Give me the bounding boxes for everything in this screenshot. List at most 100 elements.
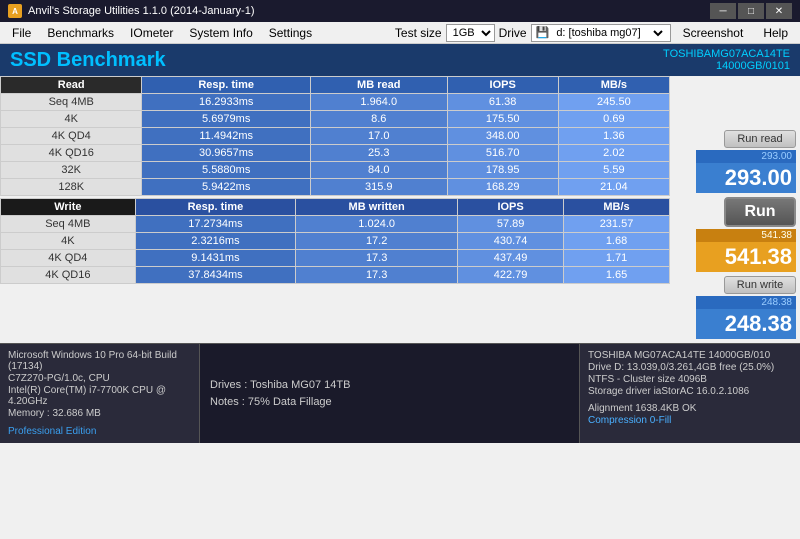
read-score-value: 293.00: [696, 163, 796, 193]
read-table: Read Resp. time MB read IOPS MB/s Seq 4M…: [0, 76, 670, 196]
run-write-button[interactable]: Run write: [724, 276, 796, 294]
write-resp-3: 37.8434ms: [135, 267, 295, 284]
pro-edition-label: Professional Edition: [8, 426, 191, 437]
read-iops-0: 61.38: [447, 94, 558, 111]
read-iops-3: 516.70: [447, 145, 558, 162]
read-label-3: 4K QD16: [1, 145, 142, 162]
read-col-mb: MB read: [310, 77, 447, 94]
menu-sysinfo[interactable]: System Info: [181, 24, 260, 42]
write-mbs-2: 1.71: [564, 250, 670, 267]
window-title: Anvil's Storage Utilities 1.1.0 (2014-Ja…: [28, 5, 710, 17]
read-row-4: 32K 5.5880ms 84.0 178.95 5.59: [1, 162, 670, 179]
read-col-iops: IOPS: [447, 77, 558, 94]
read-resp-5: 5.9422ms: [142, 179, 311, 196]
drive-info-line6: Alignment 1638.4KB OK: [588, 403, 792, 414]
read-mbs-0: 245.50: [558, 94, 669, 111]
minimize-button[interactable]: ─: [710, 3, 736, 19]
read-mbs-4: 5.59: [558, 162, 669, 179]
write-mbs-1: 1.68: [564, 233, 670, 250]
window-controls: ─ □ ✕: [710, 3, 792, 19]
write-iops-3: 422.79: [458, 267, 564, 284]
read-col-resp: Resp. time: [142, 77, 311, 94]
write-mb-2: 17.3: [296, 250, 458, 267]
write-resp-1: 2.3216ms: [135, 233, 295, 250]
menu-screenshot[interactable]: Screenshot: [675, 24, 752, 42]
total-score-area: Run 541.38 541.38: [674, 197, 796, 272]
drive-info-line4: Storage driver iaStorAC 16.0.2.1086: [588, 386, 792, 397]
write-mb-1: 17.2: [296, 233, 458, 250]
device-info: TOSHIBAMG07ACA14TE 14000GB/0101: [663, 48, 790, 72]
write-table: Write Resp. time MB written IOPS MB/s Se…: [0, 198, 670, 284]
write-resp-0: 17.2734ms: [135, 216, 295, 233]
write-col-mbs: MB/s: [564, 199, 670, 216]
bottom-right: TOSHIBA MG07ACA14TE 14000GB/010 Drive D:…: [580, 344, 800, 443]
drive-label: Drive: [499, 26, 527, 40]
bottom-left: Microsoft Windows 10 Pro 64-bit Build (1…: [0, 344, 200, 443]
read-mbs-3: 2.02: [558, 145, 669, 162]
read-row-1: 4K 5.6979ms 8.6 175.50 0.69: [1, 111, 670, 128]
read-label-5: 128K: [1, 179, 142, 196]
write-col-label: Write: [1, 199, 136, 216]
run-button[interactable]: Run: [724, 197, 796, 227]
write-label-1: 4K: [1, 233, 136, 250]
drive-select[interactable]: d: [toshiba mg07]: [552, 26, 665, 40]
menu-help[interactable]: Help: [755, 24, 796, 42]
test-size-select[interactable]: 1GB2GB4GB: [446, 24, 495, 42]
read-iops-5: 168.29: [447, 179, 558, 196]
read-resp-1: 5.6979ms: [142, 111, 311, 128]
menu-file[interactable]: File: [4, 24, 39, 42]
compression-link[interactable]: Compression 0-Fill: [588, 415, 792, 426]
read-mbs-5: 21.04: [558, 179, 669, 196]
write-iops-0: 57.89: [458, 216, 564, 233]
menu-right: Test size 1GB2GB4GB Drive 💾 d: [toshiba …: [395, 24, 796, 42]
close-button[interactable]: ✕: [766, 3, 792, 19]
write-resp-2: 9.1431ms: [135, 250, 295, 267]
write-col-mb: MB written: [296, 199, 458, 216]
menu-benchmarks[interactable]: Benchmarks: [39, 24, 122, 42]
write-col-resp: Resp. time: [135, 199, 295, 216]
read-row-5: 128K 5.9422ms 315.9 168.29 21.04: [1, 179, 670, 196]
sys-line3: Intel(R) Core(TM) i7-7700K CPU @ 4.20GHz: [8, 385, 191, 407]
write-row-1: 4K 2.3216ms 17.2 430.74 1.68: [1, 233, 670, 250]
read-row-2: 4K QD4 11.4942ms 17.0 348.00 1.36: [1, 128, 670, 145]
bottom-center: Drives : Toshiba MG07 14TB Notes : 75% D…: [200, 344, 580, 443]
read-score-label: 293.00: [696, 150, 796, 163]
tables-area: Read Resp. time MB read IOPS MB/s Seq 4M…: [0, 76, 670, 343]
menu-settings[interactable]: Settings: [261, 24, 320, 42]
maximize-button[interactable]: □: [738, 3, 764, 19]
menu-iometer[interactable]: IOmeter: [122, 24, 181, 42]
total-score-label: 541.38: [696, 229, 796, 242]
write-score-label: 248.38: [696, 296, 796, 309]
read-label-0: Seq 4MB: [1, 94, 142, 111]
device-line1: TOSHIBAMG07ACA14TE: [663, 48, 790, 60]
read-label-2: 4K QD4: [1, 128, 142, 145]
read-col-mbs: MB/s: [558, 77, 669, 94]
test-size-label: Test size: [395, 26, 442, 40]
write-mbs-0: 231.57: [564, 216, 670, 233]
read-label-4: 32K: [1, 162, 142, 179]
run-read-button[interactable]: Run read: [724, 130, 796, 148]
write-row-0: Seq 4MB 17.2734ms 1.024.0 57.89 231.57: [1, 216, 670, 233]
sys-line1: Microsoft Windows 10 Pro 64-bit Build (1…: [8, 350, 191, 372]
bench-area: Read Resp. time MB read IOPS MB/s Seq 4M…: [0, 76, 800, 343]
read-mb-5: 315.9: [310, 179, 447, 196]
drive-info-line2: Drive D: 13.039,0/3.261,4GB free (25.0%): [588, 362, 792, 373]
bench-header: SSD Benchmark TOSHIBAMG07ACA14TE 14000GB…: [0, 44, 800, 76]
read-iops-2: 348.00: [447, 128, 558, 145]
read-resp-4: 5.5880ms: [142, 162, 311, 179]
read-header-row: Read Resp. time MB read IOPS MB/s: [1, 77, 670, 94]
right-panel: Run read 293.00 293.00 Run 541.38 541.38…: [670, 76, 800, 343]
read-mb-3: 25.3: [310, 145, 447, 162]
center-line1: Drives : Toshiba MG07 14TB: [210, 377, 569, 394]
bench-title: SSD Benchmark: [10, 49, 166, 72]
read-iops-1: 175.50: [447, 111, 558, 128]
read-col-label: Read: [1, 77, 142, 94]
sys-line4: Memory : 32.686 MB: [8, 408, 191, 419]
write-label-0: Seq 4MB: [1, 216, 136, 233]
read-row-0: Seq 4MB 16.2933ms 1.964.0 61.38 245.50: [1, 94, 670, 111]
read-resp-3: 30.9657ms: [142, 145, 311, 162]
read-resp-0: 16.2933ms: [142, 94, 311, 111]
write-iops-2: 437.49: [458, 250, 564, 267]
read-row-3: 4K QD16 30.9657ms 25.3 516.70 2.02: [1, 145, 670, 162]
read-resp-2: 11.4942ms: [142, 128, 311, 145]
